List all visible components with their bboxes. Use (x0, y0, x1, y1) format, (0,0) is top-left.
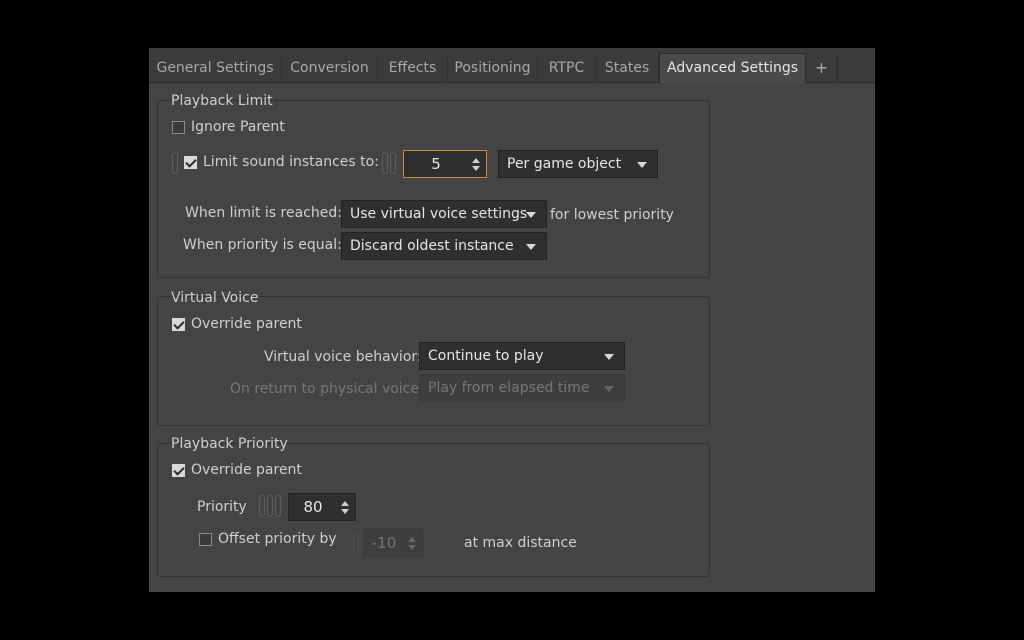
rtpc-link-icon[interactable] (390, 152, 396, 174)
tab-positioning[interactable]: Positioning (448, 54, 538, 82)
rtpc-link-icon[interactable] (267, 495, 273, 517)
tab-rtpc[interactable]: RTPC (538, 54, 596, 82)
when-limit-value: Use virtual voice settings (350, 206, 528, 222)
pp-override-checkbox[interactable] (172, 464, 185, 477)
when-equal-value: Discard oldest instance (350, 238, 514, 254)
offset-priority-stepper[interactable]: -10 (363, 529, 423, 557)
scope-dropdown[interactable]: Per game object (498, 150, 658, 178)
priority-value: 80 (303, 498, 323, 516)
chevron-down-icon (637, 162, 647, 168)
when-limit-suffix: for lowest priority (550, 207, 674, 223)
limit-instances-value: 5 (431, 155, 441, 173)
rtpc-link-icon[interactable] (382, 152, 388, 174)
ignore-parent-checkbox[interactable] (172, 121, 185, 134)
offset-priority-value: -10 (371, 534, 397, 552)
stepper-up-icon[interactable] (472, 158, 480, 163)
ignore-parent-label: Ignore Parent (191, 119, 285, 135)
tab-general-settings[interactable]: General Settings (149, 54, 282, 82)
tab-effects[interactable]: Effects (378, 54, 448, 82)
chevron-down-icon (604, 354, 614, 360)
limit-instances-checkbox[interactable] (184, 156, 197, 169)
rtpc-link-icon (353, 531, 359, 553)
advanced-settings-panel: General Settings Conversion Effects Posi… (149, 48, 875, 592)
chevron-down-icon (604, 386, 614, 392)
tab-bar: General Settings Conversion Effects Posi… (149, 48, 875, 83)
playback-limit-title: Playback Limit (171, 93, 273, 109)
rtpc-link-icon[interactable] (275, 495, 281, 517)
add-tab-button[interactable]: + (806, 54, 838, 82)
limit-instances-stepper[interactable]: 5 (403, 150, 487, 178)
vv-behavior-dropdown[interactable]: Continue to play (419, 342, 625, 370)
stepper-up-icon[interactable] (341, 501, 349, 506)
tab-states[interactable]: States (596, 54, 659, 82)
when-equal-dropdown[interactable]: Discard oldest instance (341, 232, 547, 260)
vv-behavior-value: Continue to play (428, 348, 544, 364)
virtual-voice-title: Virtual Voice (171, 290, 259, 306)
priority-label: Priority (197, 499, 247, 515)
rtpc-link-icon[interactable] (259, 495, 265, 517)
limit-instances-label: Limit sound instances to: (203, 154, 379, 170)
tab-advanced-settings[interactable]: Advanced Settings (659, 53, 806, 83)
vv-behavior-label: Virtual voice behavior: (264, 349, 422, 365)
vv-override-checkbox[interactable] (172, 318, 185, 331)
chevron-down-icon (526, 244, 536, 250)
rtpc-link-icon[interactable] (172, 152, 178, 174)
stepper-down-icon[interactable] (472, 166, 480, 171)
offset-priority-label: Offset priority by (218, 531, 337, 547)
vv-return-label: On return to physical voice: (230, 381, 424, 397)
when-limit-label: When limit is reached: (185, 205, 342, 221)
scope-dropdown-value: Per game object (507, 156, 622, 172)
when-limit-dropdown[interactable]: Use virtual voice settings (341, 200, 547, 228)
vv-return-dropdown[interactable]: Play from elapsed time (419, 374, 625, 402)
stepper-down-icon[interactable] (341, 509, 349, 514)
when-equal-label: When priority is equal: (183, 237, 342, 253)
vv-override-label: Override parent (191, 316, 302, 332)
chevron-down-icon (526, 212, 536, 218)
tab-conversion[interactable]: Conversion (282, 54, 378, 82)
playback-priority-title: Playback Priority (171, 436, 288, 452)
pp-override-label: Override parent (191, 462, 302, 478)
stepper-up-icon (408, 537, 416, 542)
vv-return-value: Play from elapsed time (428, 380, 590, 396)
priority-stepper[interactable]: 80 (288, 493, 356, 521)
offset-priority-checkbox[interactable] (199, 533, 212, 546)
offset-priority-suffix: at max distance (464, 535, 577, 551)
stepper-down-icon (408, 545, 416, 550)
